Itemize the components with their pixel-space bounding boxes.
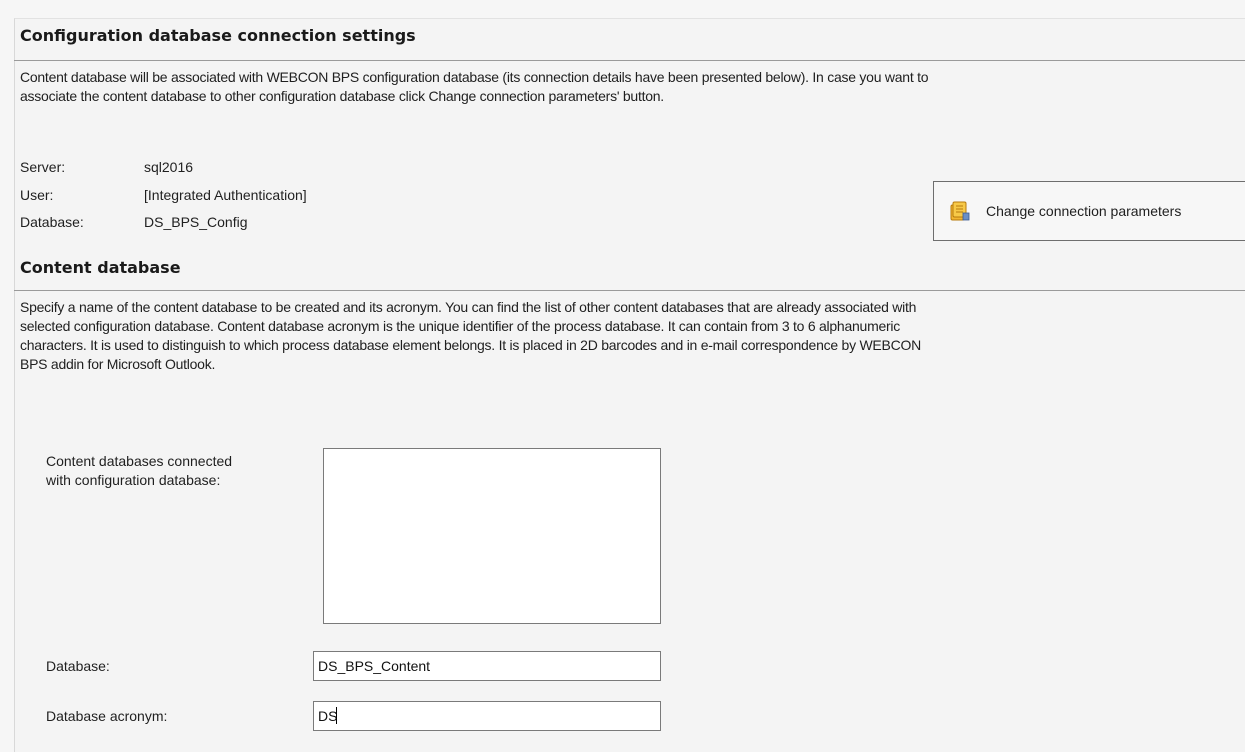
config-description-line: associate the content database to other … — [20, 88, 664, 104]
connected-databases-label-line: Content databases connected — [46, 453, 233, 469]
content-section-title: Content database — [20, 258, 181, 277]
user-value: [Integrated Authentication] — [144, 187, 307, 203]
server-value: sql2016 — [144, 159, 194, 175]
config-database-label: Database: — [20, 214, 84, 230]
config-section-divider — [14, 60, 1245, 61]
content-description-line: Specify a name of the content database t… — [20, 299, 917, 315]
change-connection-parameters-button[interactable]: Change connection parameters — [933, 181, 1245, 241]
content-section-description: Specify a name of the content database t… — [20, 298, 1235, 374]
content-description-line: BPS addin for Microsoft Outlook. — [20, 356, 216, 372]
content-database-label: Database: — [46, 658, 110, 674]
database-acronym-input[interactable] — [313, 701, 661, 731]
database-acronym-label: Database acronym: — [46, 708, 168, 724]
connected-databases-label-line: with configuration database: — [46, 472, 221, 488]
content-database-input[interactable] — [313, 651, 661, 681]
server-label: Server: — [20, 159, 66, 175]
change-connection-parameters-label: Change connection parameters — [986, 203, 1182, 219]
text-caret — [336, 707, 337, 724]
content-description-line: selected configuration database. Content… — [20, 318, 901, 334]
config-section-title: Configuration database connection settin… — [20, 26, 416, 45]
content-section-divider — [14, 290, 1245, 291]
content-description-line: characters. It is used to distinguish to… — [20, 337, 921, 353]
database-settings-icon — [948, 200, 970, 222]
config-section-description: Content database will be associated with… — [20, 68, 1235, 106]
config-database-value: DS_BPS_Config — [144, 214, 248, 230]
user-label: User: — [20, 187, 54, 203]
settings-panel — [14, 18, 1245, 752]
connected-databases-label: Content databases connected with configu… — [46, 452, 232, 490]
config-description-line: Content database will be associated with… — [20, 69, 929, 85]
connected-databases-listbox[interactable] — [323, 448, 661, 624]
